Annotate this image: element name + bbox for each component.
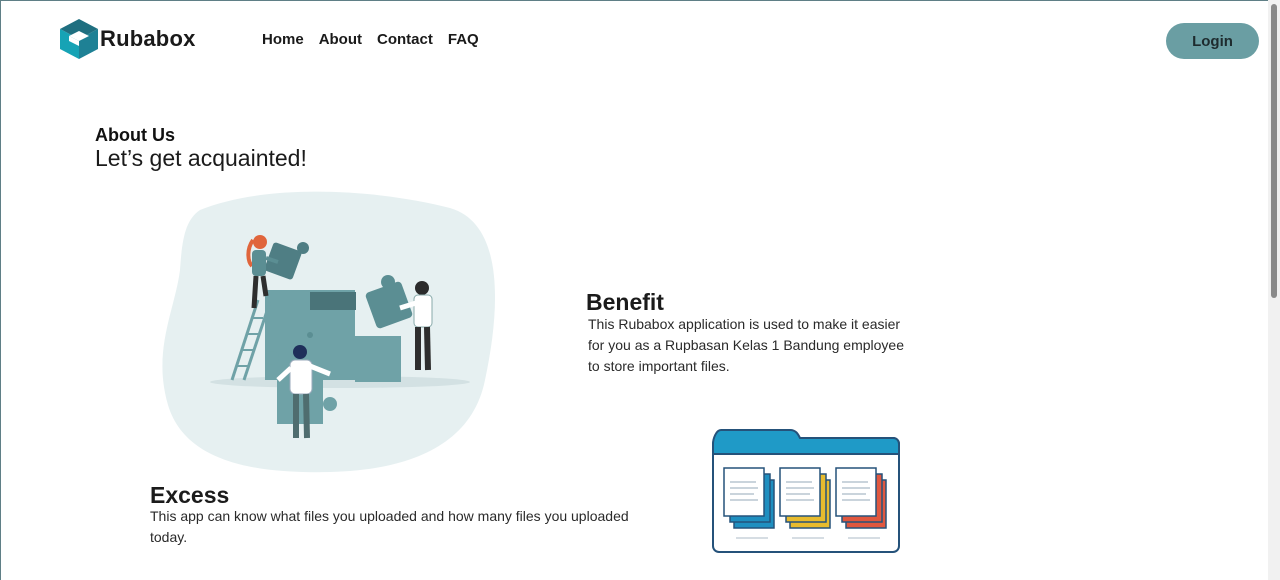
team-puzzle-illustration bbox=[162, 191, 496, 473]
folder-documents-illustration bbox=[712, 429, 900, 553]
excess-title: Excess bbox=[150, 482, 230, 508]
benefit-text: This Rubabox application is used to make… bbox=[588, 316, 904, 374]
brand-name: Rubabox bbox=[100, 26, 196, 51]
brand-logo[interactable]: Rubabox bbox=[58, 18, 196, 60]
nav-contact[interactable]: Contact bbox=[377, 31, 433, 48]
cube-box-icon bbox=[60, 19, 98, 59]
section-label: About Us bbox=[95, 125, 175, 145]
nav-home[interactable]: Home bbox=[262, 31, 304, 48]
nav-about[interactable]: About bbox=[319, 31, 362, 48]
login-button[interactable]: Login bbox=[1166, 23, 1259, 59]
excess-text: This app can know what files you uploade… bbox=[150, 508, 629, 545]
vertical-scrollbar[interactable] bbox=[1268, 0, 1280, 580]
main-nav: Home About Contact FAQ bbox=[262, 31, 479, 48]
benefit-title: Benefit bbox=[586, 289, 664, 315]
section-subtitle: Let’s get acquainted! bbox=[95, 145, 307, 171]
nav-faq[interactable]: FAQ bbox=[448, 31, 479, 48]
scrollbar-thumb[interactable] bbox=[1271, 4, 1277, 298]
